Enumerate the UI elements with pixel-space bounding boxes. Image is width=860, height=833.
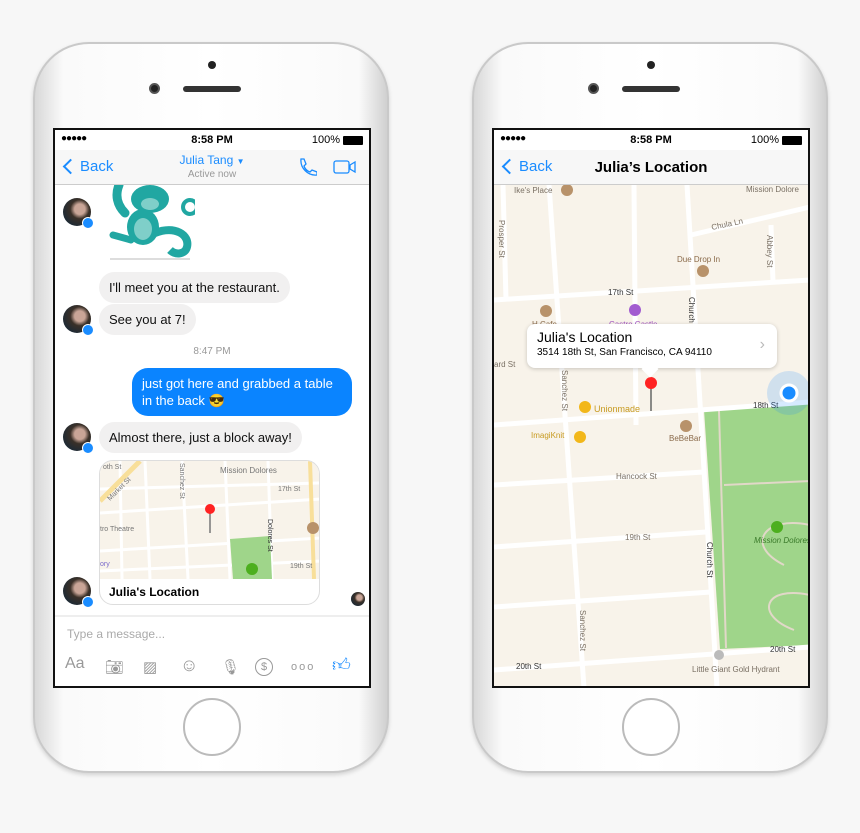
home-button[interactable] [622, 698, 680, 756]
avatar[interactable] [63, 577, 94, 608]
proximity-sensor [208, 61, 216, 69]
front-camera [149, 83, 160, 94]
restaurant-icon [680, 420, 692, 432]
poi-label: Due Drop In [677, 255, 720, 264]
poi-label: ImagiKnit [531, 431, 565, 440]
payment-icon[interactable]: $ [255, 658, 273, 676]
callout-title: Julia's Location [537, 329, 633, 345]
photos-icon[interactable]: ▨ [143, 658, 157, 676]
emoji-icon[interactable]: ☺ [180, 655, 198, 676]
contact-status: Active now [187, 169, 237, 180]
restaurant-icon [697, 265, 709, 277]
map-label: Ike's Place [514, 186, 553, 195]
map-label: Sanchez St [560, 370, 569, 412]
callout-address: 3514 18th St, San Francisco, CA 94110 [537, 347, 712, 358]
contact-title[interactable]: Julia Tang ▼ Active now [55, 153, 369, 180]
shopping-icon [574, 431, 586, 443]
avatar[interactable] [63, 423, 94, 454]
phone-icon[interactable] [297, 157, 317, 177]
poi-label: BeBeBar [669, 434, 701, 443]
messenger-badge-icon [82, 324, 94, 336]
phone-messenger: ●●●●● 8:58 PM 100% Back Julia Tang ▼ Act… [33, 42, 389, 773]
chevron-right-icon: › [759, 336, 765, 353]
map-label: Dolores St [266, 519, 273, 552]
poi-label: Little Giant Gold Hydrant [692, 665, 780, 674]
avatar[interactable] [63, 305, 94, 336]
earpiece [622, 86, 680, 92]
location-card[interactable]: oth St Mission Dolores 17th St tro Theat… [99, 460, 320, 605]
caret-down-icon: ▼ [236, 157, 245, 166]
microphone-icon[interactable]: 🎙︎ [221, 658, 240, 676]
read-receipt-avatar [351, 592, 365, 606]
avatar[interactable] [63, 198, 94, 229]
battery-percent: 100% [750, 134, 779, 146]
message-input[interactable]: Type a message... [67, 627, 165, 641]
battery-icon [782, 135, 802, 145]
divider [55, 615, 369, 617]
map-label: Hancock St [616, 472, 658, 481]
park-label: Mission Dolores Park [754, 536, 810, 545]
map-label: Church St [705, 542, 714, 578]
map-label: Sanchez St [578, 610, 587, 652]
messenger-badge-icon [82, 217, 94, 229]
map-label: Mission Dolore [746, 185, 799, 194]
map-label: 17th St [608, 288, 634, 297]
front-camera [588, 83, 599, 94]
hotel-icon [629, 304, 641, 316]
park-icon [771, 521, 783, 533]
map-screen: ●●●●● 8:58 PM 100% Back Julia’s Location… [492, 128, 810, 688]
message-bubble: I'll meet you at the restaurant. [99, 272, 290, 303]
map-label: 17th St [278, 486, 300, 493]
map-thumbnail[interactable]: oth St Mission Dolores 17th St tro Theat… [100, 461, 320, 579]
map-label: 19th St [625, 533, 651, 542]
thumbs-up-icon[interactable]: 👍︎ [332, 654, 351, 676]
status-bar: ●●●●● 8:58 PM 100% [55, 130, 369, 150]
map-label: Prosper St [497, 220, 506, 259]
landmark-icon [714, 650, 724, 660]
map-label: tro Theatre [100, 526, 134, 533]
map-label: ard St [494, 360, 516, 369]
location-callout[interactable]: Julia's Location 3514 18th St, San Franc… [527, 324, 777, 378]
map-label: 20th St [770, 645, 796, 654]
earpiece [183, 86, 241, 92]
message-bubble-sent: just got here and grabbed a table in the… [132, 368, 352, 416]
location-card-title: Julia's Location [109, 585, 200, 599]
camera-icon[interactable]: 📷︎ [105, 658, 124, 676]
map-label: oth St [103, 464, 121, 471]
map-label: ory [100, 561, 110, 568]
location-pin-icon [645, 377, 657, 389]
status-bar: ●●●●● 8:58 PM 100% [494, 130, 808, 150]
messenger-badge-icon [82, 596, 94, 608]
video-icon[interactable] [333, 159, 357, 175]
phone-map: ●●●●● 8:58 PM 100% Back Julia’s Location… [472, 42, 828, 773]
more-icon[interactable]: ooo [291, 661, 315, 673]
cafe-icon [540, 305, 552, 317]
user-location-icon [779, 383, 799, 403]
monkey-sticker [109, 185, 195, 260]
contact-name: Julia Tang [179, 153, 234, 167]
timestamp: 8:47 PM [193, 346, 231, 357]
messenger-screen: ●●●●● 8:58 PM 100% Back Julia Tang ▼ Act… [53, 128, 371, 688]
battery-icon [343, 135, 363, 145]
map-label: Abbey St [765, 235, 774, 268]
map-label: Mission Dolores [220, 466, 277, 475]
map-label: Church [687, 297, 696, 323]
messenger-badge-icon [82, 442, 94, 454]
shopping-icon [579, 401, 591, 413]
home-button[interactable] [183, 698, 241, 756]
map-label: 20th St [516, 662, 542, 671]
chat-header: Back Julia Tang ▼ Active now [55, 150, 369, 185]
map-view[interactable]: Ike's Place Mission Dolore Prosper St Ch… [494, 185, 810, 688]
poi-label: Unionmade [594, 404, 640, 414]
message-bubble: Almost there, just a block away! [99, 422, 302, 453]
battery-percent: 100% [311, 134, 340, 146]
text-format-icon[interactable]: Aa [65, 655, 85, 673]
map-label: 19th St [290, 563, 312, 570]
proximity-sensor [647, 61, 655, 69]
page-title: Julia’s Location [594, 159, 708, 176]
map-label: Sanchez St [178, 463, 185, 499]
message-bubble: See you at 7! [99, 304, 196, 335]
map-header: Back Julia’s Location [494, 150, 808, 185]
